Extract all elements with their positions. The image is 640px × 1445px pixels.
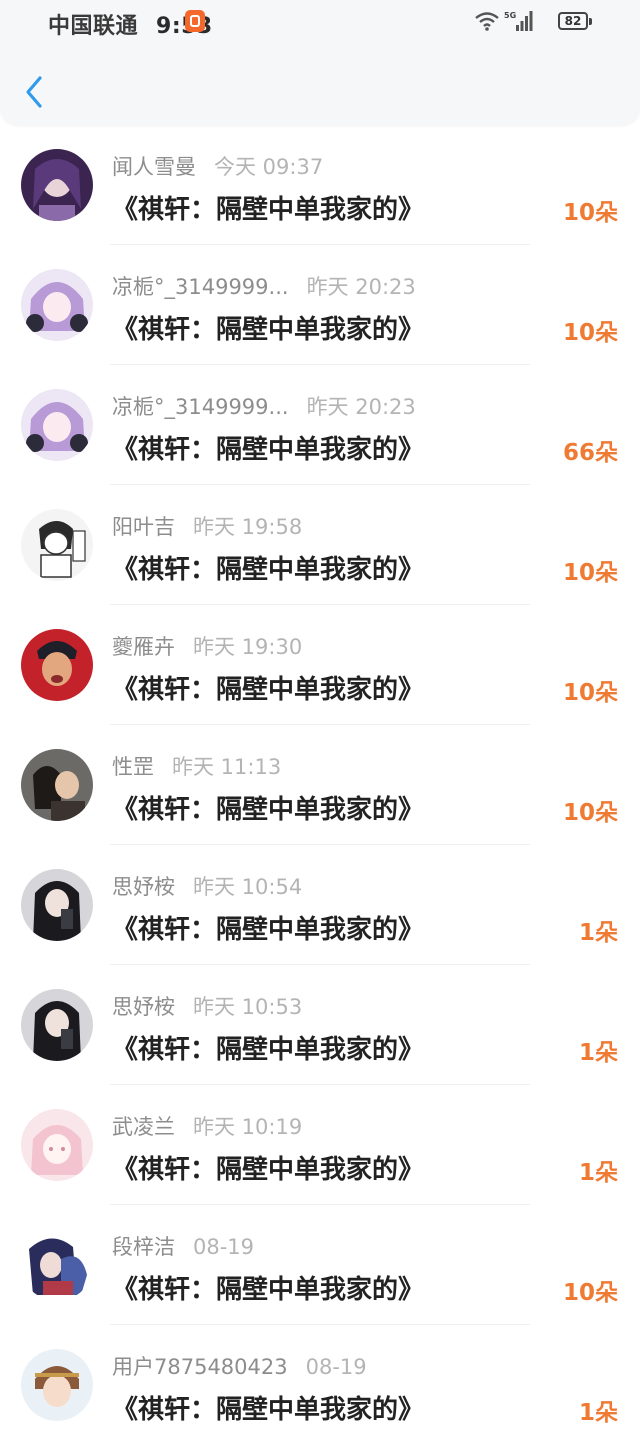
- status-bar: 中国联通9:53 5G 82: [0, 0, 640, 44]
- network-type-label: 5G: [504, 11, 516, 20]
- timestamp: 昨天 20:23: [306, 275, 416, 299]
- timestamp: 昨天 10:19: [193, 1115, 303, 1139]
- user-name: 阳叶吉: [112, 515, 175, 539]
- list-item[interactable]: 段梓洁 08-19 《祺轩：隔壁中单我家的》 10朵: [0, 1205, 640, 1325]
- timestamp: 昨天 11:13: [172, 755, 282, 779]
- book-title: 《祺轩：隔壁中单我家的》: [112, 1395, 425, 1425]
- book-title: 《祺轩：隔壁中单我家的》: [112, 1275, 425, 1305]
- gift-amount: 66朵: [562, 440, 618, 466]
- book-title: 《祺轩：隔壁中单我家的》: [112, 315, 425, 345]
- list-item[interactable]: 凉栀°_3149999... 昨天 20:23 《祺轩：隔壁中单我家的》 66朵: [0, 365, 640, 485]
- avatar[interactable]: [21, 509, 93, 581]
- timestamp: 08-19: [305, 1355, 367, 1379]
- gift-amount: 10朵: [562, 560, 618, 586]
- user-name: 武凌兰: [112, 1115, 175, 1139]
- timestamp: 昨天 19:58: [193, 515, 303, 539]
- battery-icon: 82: [558, 12, 592, 30]
- user-name: 思妤桉: [112, 995, 175, 1019]
- gift-amount: 1朵: [578, 1160, 618, 1186]
- avatar[interactable]: [21, 1229, 93, 1301]
- timestamp: 昨天 20:23: [306, 395, 416, 419]
- avatar[interactable]: [21, 629, 93, 701]
- book-title: 《祺轩：隔壁中单我家的》: [112, 795, 425, 825]
- user-name: 凉栀°_3149999...: [112, 395, 289, 419]
- list-item[interactable]: 思妤桉 昨天 10:54 《祺轩：隔壁中单我家的》 1朵: [0, 845, 640, 965]
- list-item[interactable]: 用户7875480423 08-19 《祺轩：隔壁中单我家的》 1朵: [0, 1325, 640, 1445]
- avatar[interactable]: [21, 269, 93, 341]
- avatar[interactable]: [21, 1109, 93, 1181]
- chevron-left-icon: [26, 76, 42, 108]
- user-name: 闻人雪曼: [112, 155, 196, 179]
- gift-amount: 10朵: [562, 800, 618, 826]
- app-notification-icon: [185, 10, 205, 32]
- avatar[interactable]: [21, 149, 93, 221]
- avatar[interactable]: [21, 389, 93, 461]
- user-name: 凉栀°_3149999...: [112, 275, 289, 299]
- avatar[interactable]: [21, 989, 93, 1061]
- book-title: 《祺轩：隔壁中单我家的》: [112, 1035, 425, 1065]
- list-item[interactable]: 武凌兰 昨天 10:19 《祺轩：隔壁中单我家的》 1朵: [0, 1085, 640, 1205]
- list-item[interactable]: 夔雁卉 昨天 19:30 《祺轩：隔壁中单我家的》 10朵: [0, 605, 640, 725]
- cellular-signal-icon: 5G: [504, 11, 533, 31]
- timestamp: 昨天 10:53: [193, 995, 303, 1019]
- back-button[interactable]: [22, 74, 46, 110]
- book-title: 《祺轩：隔壁中单我家的》: [112, 195, 425, 225]
- user-name: 用户7875480423: [112, 1355, 288, 1379]
- book-title: 《祺轩：隔壁中单我家的》: [112, 555, 425, 585]
- book-title: 《祺轩：隔壁中单我家的》: [112, 675, 425, 705]
- timestamp: 08-19: [193, 1235, 255, 1259]
- carrier-name: 中国联通: [48, 14, 139, 39]
- book-title: 《祺轩：隔壁中单我家的》: [112, 1155, 425, 1185]
- user-name: 夔雁卉: [112, 635, 175, 659]
- gift-record-list: 闻人雪曼 今天 09:37 《祺轩：隔壁中单我家的》 10朵 凉栀°_314999…: [0, 125, 640, 1445]
- gift-amount: 10朵: [562, 680, 618, 706]
- timestamp: 昨天 19:30: [193, 635, 303, 659]
- gift-amount: 10朵: [562, 1280, 618, 1306]
- list-item[interactable]: 性罡 昨天 11:13 《祺轩：隔壁中单我家的》 10朵: [0, 725, 640, 845]
- book-title: 《祺轩：隔壁中单我家的》: [112, 435, 425, 465]
- list-item[interactable]: 凉栀°_3149999... 昨天 20:23 《祺轩：隔壁中单我家的》 10朵: [0, 245, 640, 365]
- user-name: 段梓洁: [112, 1235, 175, 1259]
- user-name: 性罡: [112, 755, 154, 779]
- timestamp: 今天 09:37: [214, 155, 324, 179]
- list-item[interactable]: 思妤桉 昨天 10:53 《祺轩：隔壁中单我家的》 1朵: [0, 965, 640, 1085]
- gift-amount: 1朵: [578, 920, 618, 946]
- wifi-icon: [475, 12, 499, 31]
- gift-amount: 10朵: [562, 200, 618, 226]
- gift-amount: 1朵: [578, 1040, 618, 1066]
- avatar[interactable]: [21, 749, 93, 821]
- timestamp: 昨天 10:54: [193, 875, 303, 899]
- user-name: 思妤桉: [112, 875, 175, 899]
- top-bar: 中国联通9:53 5G 82: [0, 0, 640, 125]
- list-item[interactable]: 阳叶吉 昨天 19:58 《祺轩：隔壁中单我家的》 10朵: [0, 485, 640, 605]
- book-title: 《祺轩：隔壁中单我家的》: [112, 915, 425, 945]
- list-item[interactable]: 闻人雪曼 今天 09:37 《祺轩：隔壁中单我家的》 10朵: [0, 125, 640, 245]
- avatar[interactable]: [21, 1349, 93, 1421]
- avatar[interactable]: [21, 869, 93, 941]
- gift-amount: 10朵: [562, 320, 618, 346]
